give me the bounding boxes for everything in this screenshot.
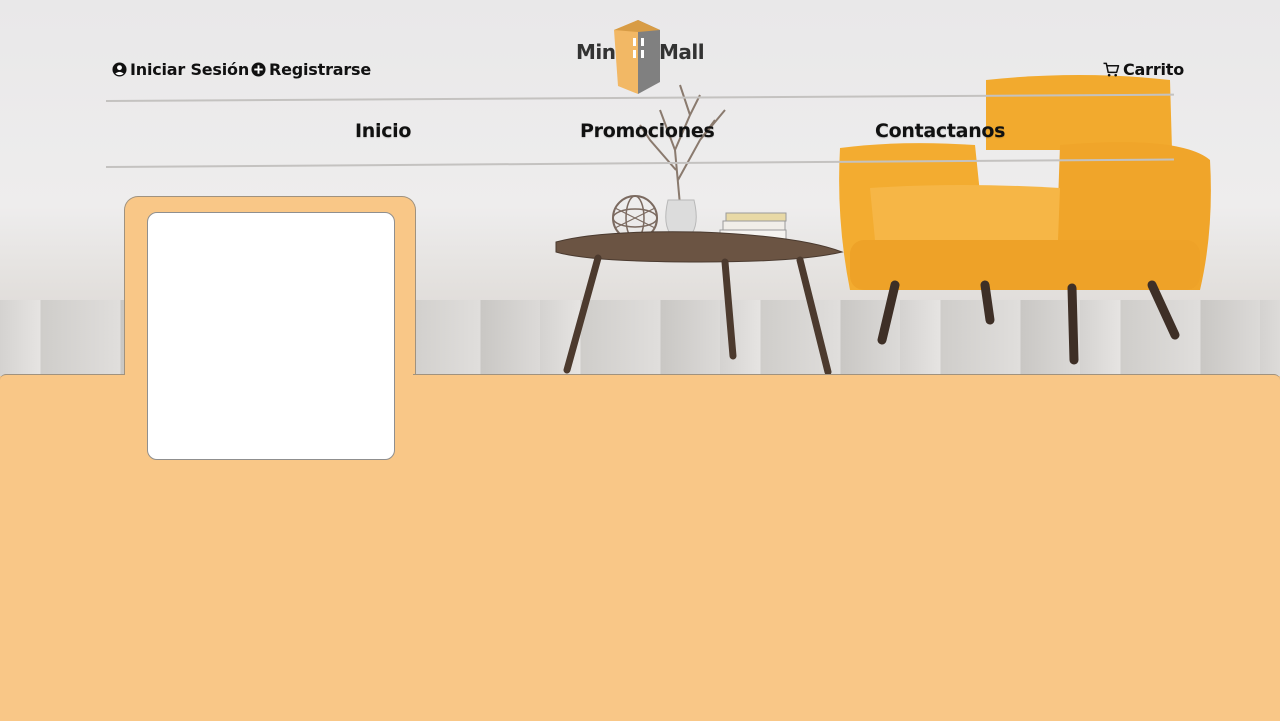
cart-label: Carrito: [1123, 59, 1185, 79]
minimall-logo[interactable]: Mini Mall: [576, 18, 705, 96]
register-link[interactable]: Registrarse: [251, 58, 371, 80]
register-label: Registrarse: [269, 59, 372, 79]
nav-inicio[interactable]: Inicio: [355, 120, 411, 142]
image-placeholder-box: [147, 212, 395, 460]
user-circle-icon: [112, 61, 127, 77]
cart-link[interactable]: Carrito: [1102, 58, 1184, 80]
shopping-cart-icon: [1103, 62, 1120, 76]
nav-contactanos[interactable]: Contactanos: [875, 120, 1005, 142]
building-logo-icon: [614, 20, 660, 94]
nav-promociones[interactable]: Promociones: [580, 120, 715, 142]
login-label: Iniciar Sesión: [130, 59, 250, 79]
logo-text-right: Mall: [659, 40, 705, 64]
plus-circle-icon: [251, 61, 266, 77]
login-link[interactable]: Iniciar Sesión: [112, 58, 249, 80]
